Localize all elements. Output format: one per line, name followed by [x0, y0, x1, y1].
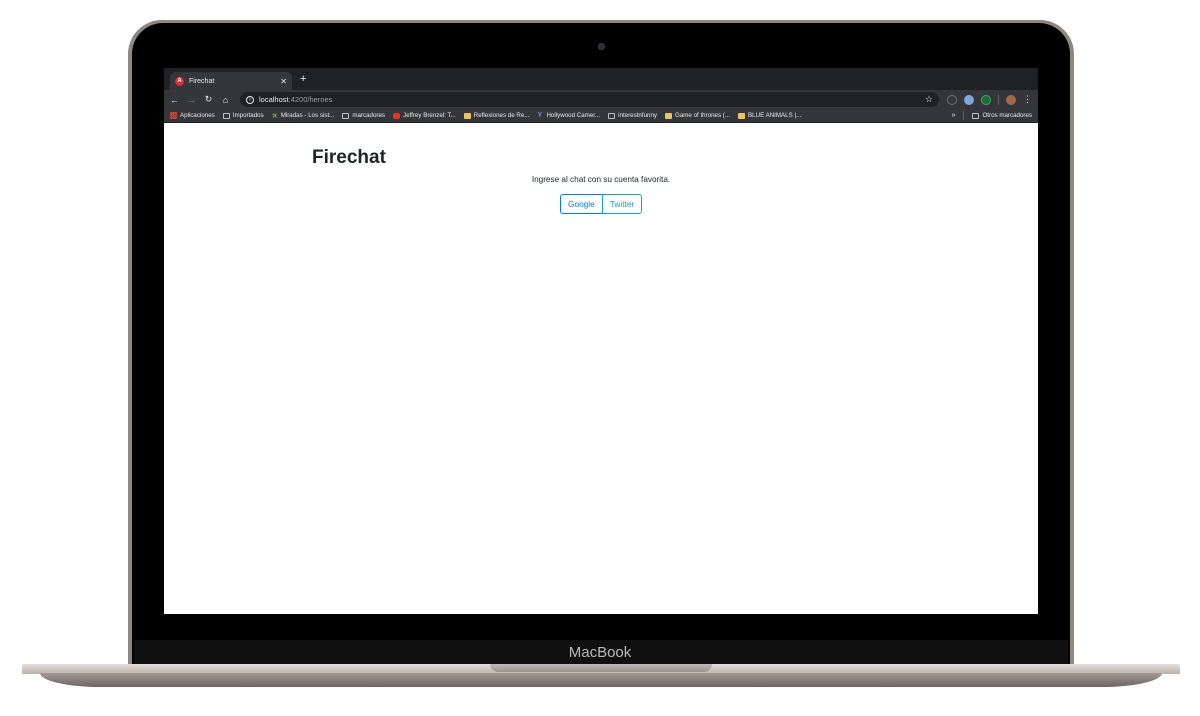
page-content: Firechat Ingrese al chat con su cuenta f… [164, 123, 1038, 613]
browser-toolbar: ← → ↻ ⌂ i localhost:4200/heroes ☆ ⋮ [164, 90, 1038, 109]
image-icon [463, 112, 471, 119]
extension-icon[interactable] [947, 94, 957, 105]
url-path: :4200/heroes [288, 95, 333, 104]
screen: A Firechat ✕ + ← → ↻ ⌂ i localhost:4200/… [164, 68, 1038, 614]
folder-icon [972, 112, 980, 119]
folder-icon [608, 112, 616, 119]
tab-title: Firechat [189, 77, 215, 85]
laptop-base-bottom [40, 673, 1162, 687]
extension-icon[interactable] [964, 94, 974, 105]
bookmark-label: Jeffrey Brenzel: T... [403, 112, 456, 119]
login-button-group: Google Twitter [560, 194, 643, 214]
menu-dots-icon[interactable]: ⋮ [1023, 94, 1032, 105]
toolbar-divider [998, 94, 999, 105]
bookmark-item-apps[interactable]: Aplicaciones [170, 112, 215, 119]
forward-arrow-icon[interactable]: → [187, 95, 196, 105]
extension-icon[interactable] [981, 94, 991, 105]
bookmark-label: BLUE ANIMALS |... [748, 112, 802, 119]
bookmark-label: Hollywood Camer... [546, 112, 601, 119]
bookmark-item[interactable]: BLUE ANIMALS |... [738, 112, 801, 119]
google-login-button[interactable]: Google [560, 194, 603, 214]
bookmark-item[interactable]: Importados [222, 112, 264, 119]
bookmark-star-icon[interactable]: ☆ [925, 94, 933, 105]
bookmark-label: Otros marcadores [982, 112, 1032, 119]
reload-icon[interactable]: ↻ [204, 94, 213, 105]
bookmark-label: Game of thrones (... [675, 112, 731, 119]
bookmark-item[interactable]: Reflexiones de Re... [463, 112, 530, 119]
folder-icon [342, 112, 350, 119]
bookmarks-bar: Aplicaciones Importados ✕ Miradas - Los … [164, 109, 1038, 123]
bookmark-item[interactable]: Jeffrey Brenzel: T... [393, 112, 456, 119]
brand-label: MacBook [568, 644, 632, 661]
bookmark-label: Importados [232, 112, 264, 119]
bookmark-item[interactable]: Y Hollywood Camer... [537, 112, 600, 119]
bookmark-label: Reflexiones de Re... [473, 112, 530, 119]
youtube-icon [393, 112, 401, 119]
bookmarks-overflow-icon[interactable]: » [952, 112, 956, 119]
apps-grid-icon [170, 112, 177, 119]
page-title: Firechat [312, 147, 386, 168]
camera-icon [598, 43, 605, 50]
bookmark-label: Miradas - Los sist... [280, 112, 335, 119]
bookmark-item[interactable]: ✕ Miradas - Los sist... [272, 112, 335, 120]
image-icon [738, 112, 746, 119]
y-logo-icon: Y [537, 112, 543, 119]
bookmark-item[interactable]: marcadores [342, 112, 385, 119]
back-arrow-icon[interactable]: ← [170, 95, 179, 105]
twitter-login-button[interactable]: Twitter [601, 194, 643, 214]
bookmark-item[interactable]: Game of thrones (... [665, 112, 730, 119]
new-tab-icon[interactable]: + [300, 73, 306, 85]
info-icon[interactable]: i [246, 95, 254, 104]
x-logo-icon: ✕ [271, 112, 278, 120]
image-icon [665, 112, 672, 119]
address-bar[interactable]: i localhost:4200/heroes ☆ [240, 92, 939, 107]
tab-strip: A Firechat ✕ + [164, 68, 1038, 90]
url-host: localhost [259, 95, 289, 104]
folder-icon [222, 112, 230, 119]
bookmark-label: Aplicaciones [180, 112, 215, 119]
close-icon[interactable]: ✕ [280, 77, 287, 86]
extensions-area: ⋮ [947, 94, 1032, 105]
laptop-hinge-notch [490, 664, 712, 672]
page-subtitle: Ingrese al chat con su cuenta favorita. [531, 175, 671, 184]
bookmark-label: marcadores [352, 112, 386, 119]
bookmarks-divider [963, 111, 965, 120]
angular-favicon-icon: A [175, 76, 184, 86]
bookmark-item-other[interactable]: Otros marcadores [972, 112, 1032, 119]
bookmark-item[interactable]: interestnfunny [608, 112, 657, 119]
bookmark-label: interestnfunny [618, 112, 657, 119]
home-icon[interactable]: ⌂ [221, 95, 230, 105]
browser-tab[interactable]: A Firechat ✕ [170, 72, 292, 90]
profile-avatar[interactable] [1006, 94, 1016, 105]
